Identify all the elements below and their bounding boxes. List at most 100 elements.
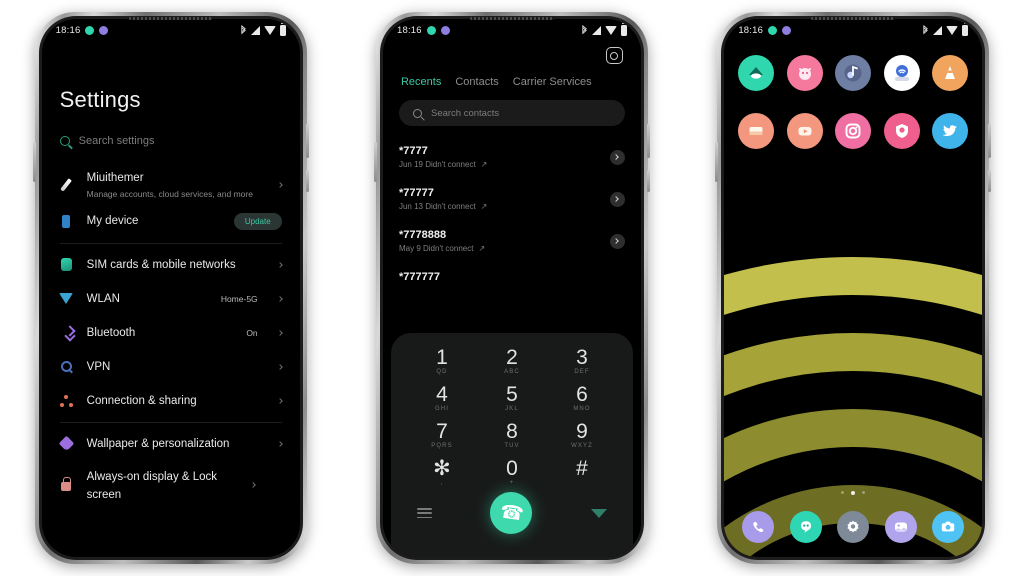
key-digit: 1 — [436, 346, 448, 369]
dialpad-key-7[interactable]: 7 PQRS — [407, 421, 477, 451]
notification-dot-teal-icon — [768, 25, 778, 35]
dialer-toolbar — [383, 41, 641, 64]
dialpad-key-5[interactable]: 5 JKL — [477, 383, 547, 414]
piggy-glyph-icon — [798, 68, 811, 80]
page-dot-active[interactable] — [851, 491, 856, 495]
brush-icon — [60, 178, 73, 192]
key-letters: ABC — [504, 369, 520, 376]
list-item[interactable]: *777777 — [399, 262, 625, 283]
call-details-button[interactable] — [609, 149, 625, 165]
collapse-keypad-icon[interactable] — [590, 508, 607, 518]
status-bar: 18:16 — [383, 19, 641, 41]
key-letters: MNO — [573, 406, 591, 413]
launcher-app-icon[interactable] — [738, 55, 775, 91]
call-button[interactable]: ☎ — [490, 492, 533, 535]
messages-dock-icon[interactable] — [789, 511, 822, 543]
dialpad-key-3[interactable]: 3 DEF — [547, 346, 617, 377]
wifi-icon — [604, 25, 617, 35]
phone-device-dialer: 18:16 Recents Contacts Carrier Services … — [373, 12, 650, 564]
dialer-screen: 18:16 Recents Contacts Carrier Services … — [382, 19, 641, 557]
sidebar-item-wallpaper[interactable]: Wallpaper & personalization — [58, 427, 283, 461]
page-dot[interactable] — [841, 491, 845, 494]
list-item[interactable]: *7778888 May 9 Didn't connect ↗ — [399, 220, 625, 262]
call-detail: Jun 13 Didn't connect ↗ — [399, 202, 610, 211]
dialpad-key-star[interactable]: ✻, — [407, 458, 477, 488]
call-number: *777777 — [398, 271, 440, 283]
sidebar-item-sim-cards[interactable]: SIM cards & mobile networks — [60, 248, 283, 282]
sidebar-item-wlan[interactable]: WLAN Home-5G — [59, 282, 283, 316]
volume-button[interactable] — [305, 170, 309, 192]
power-button[interactable] — [646, 124, 650, 158]
list-item[interactable]: *7777 Jun 19 Didn't connect ↗ — [399, 136, 625, 178]
settings-dock-icon[interactable] — [837, 511, 870, 543]
home-body: 18:16 — [724, 19, 983, 557]
dialpad-key-6[interactable]: 6 MNO — [547, 383, 617, 414]
search-settings-input[interactable]: Search settings — [59, 135, 282, 147]
sidebar-item-bluetooth[interactable]: Bluetooth On — [60, 316, 283, 350]
left-side-button[interactable] — [715, 142, 719, 182]
dialpad-key-hash[interactable]: # — [547, 458, 617, 488]
key-digit: 5 — [506, 383, 518, 407]
power-button[interactable] — [305, 124, 309, 158]
menu-icon[interactable] — [416, 505, 432, 521]
call-details-button[interactable] — [609, 191, 625, 207]
settings-item-label: Always-on display & Lock screen — [86, 470, 218, 502]
music-app-icon[interactable] — [835, 55, 872, 91]
sidebar-item-miuithemer[interactable]: Miuithemer Manage accounts, cloud servic… — [60, 165, 283, 205]
settings-item-value: On — [246, 327, 258, 338]
sidebar-item-vpn[interactable]: VPN — [60, 350, 283, 384]
phone-bezel: 18:16 Settings Search settings Miuitheme… — [38, 16, 303, 560]
piggy-app-icon[interactable] — [786, 55, 823, 91]
twitter-app-icon[interactable] — [932, 113, 969, 149]
earpiece-speaker-icon — [128, 17, 213, 20]
sidebar-item-connection-sharing[interactable]: Connection & sharing — [59, 384, 283, 418]
dialpad-key-4[interactable]: 4 GHI — [407, 383, 477, 414]
tab-contacts[interactable]: Contacts — [455, 76, 498, 88]
key-letters: DEF — [574, 369, 590, 376]
status-badge[interactable]: Update — [233, 213, 282, 231]
left-side-button[interactable] — [373, 142, 377, 182]
dialpad-key-0[interactable]: 0 + — [477, 458, 547, 488]
dialpad-key-9[interactable]: 9 WXYZ — [547, 421, 617, 451]
device-icon — [60, 215, 73, 229]
key-digit: 2 — [506, 346, 518, 369]
phone-call-icon: ☎ — [498, 501, 525, 526]
dialpad-key-8[interactable]: 8 TUV — [477, 421, 547, 451]
chevron-right-icon — [276, 181, 283, 188]
tab-recents[interactable]: Recents — [401, 76, 441, 88]
key-digit: # — [576, 457, 588, 481]
share-icon — [59, 394, 73, 407]
search-contacts-input[interactable]: Search contacts — [398, 100, 625, 126]
dialpad-key-1[interactable]: 1 QD — [407, 346, 477, 377]
gear-icon[interactable] — [605, 47, 623, 64]
camera-dock-icon[interactable] — [932, 511, 965, 543]
sidebar-item-always-on-display[interactable]: Always-on display & Lock screen — [60, 461, 282, 510]
vlc-app-icon[interactable] — [932, 55, 969, 91]
youtube-app-icon[interactable] — [786, 113, 823, 149]
app-row-1 — [738, 55, 969, 91]
sidebar-item-my-device[interactable]: My device Update — [60, 205, 282, 239]
instagram-app-icon[interactable] — [835, 113, 872, 149]
avast-app-icon[interactable] — [883, 113, 920, 149]
page-dot[interactable] — [862, 491, 866, 494]
share-app-icon[interactable] — [883, 55, 920, 91]
volume-button[interactable] — [988, 170, 992, 192]
tab-carrier-services[interactable]: Carrier Services — [513, 76, 592, 88]
wallet-app-icon[interactable] — [738, 113, 775, 149]
list-item[interactable]: *77777 Jun 13 Didn't connect ↗ — [399, 178, 625, 220]
dialpad-key-2[interactable]: 2 ABC — [477, 346, 547, 377]
left-side-button[interactable] — [32, 142, 36, 182]
call-detail-text: Jun 13 Didn't connect — [398, 202, 476, 211]
key-letters: PQRS — [431, 443, 453, 450]
key-letters: QD — [436, 369, 448, 376]
phone-dock-icon[interactable] — [742, 511, 775, 543]
shield-icon — [895, 124, 908, 138]
wifi-icon — [59, 293, 74, 305]
call-detail-text: Jun 19 Didn't connect — [398, 160, 476, 169]
call-detail: May 9 Didn't connect ↗ — [399, 244, 610, 253]
home-screen: 18:16 — [724, 19, 983, 557]
power-button[interactable] — [988, 124, 992, 158]
gallery-dock-icon[interactable] — [884, 511, 917, 543]
volume-button[interactable] — [646, 170, 650, 192]
call-details-button[interactable] — [609, 233, 625, 249]
